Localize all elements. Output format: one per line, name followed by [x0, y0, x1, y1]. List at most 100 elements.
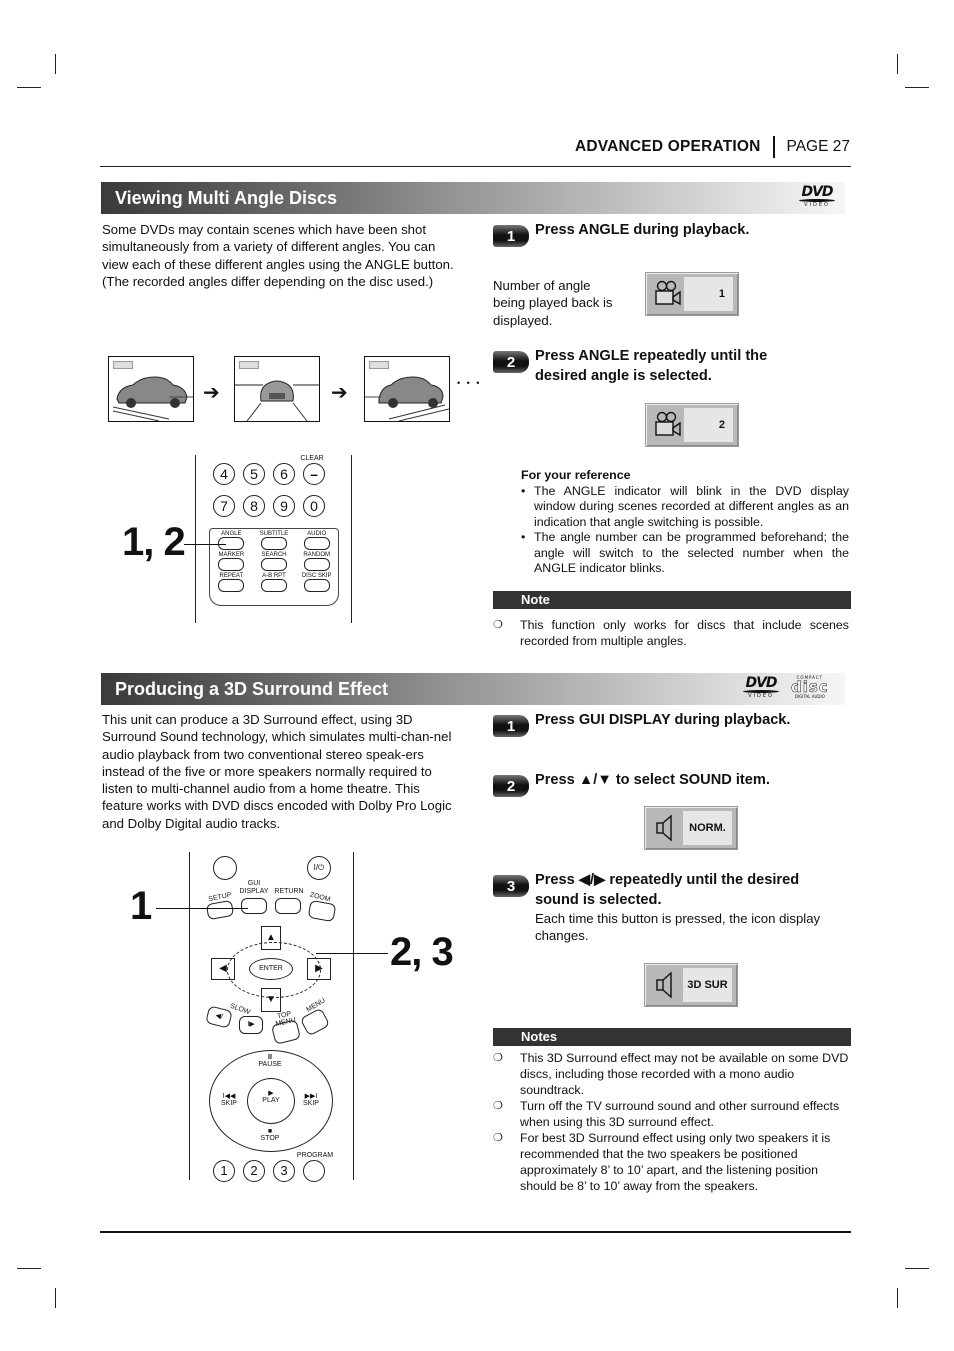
section-title: ADVANCED OPERATION [574, 138, 761, 155]
clear-label: CLEAR [300, 455, 324, 462]
angle-frame-3 [364, 356, 450, 422]
left-button[interactable]: ◀ [211, 958, 235, 980]
skip-prev-button[interactable]: I◀◀ SKIP [217, 1092, 241, 1107]
step-text: Press ANGLE repeatedly until the desired… [535, 348, 768, 384]
skip-next-button[interactable]: ▶▶I SKIP [299, 1092, 323, 1107]
keypad-row: 7 8 9 0 [213, 495, 325, 517]
step-subtext: Each time this button is pressed, the ic… [535, 911, 821, 943]
remote-control-gui: I/⏻ SETUP GUI DISPLAY RETURN ZOOM ▲ ▼ ◀ … [189, 852, 355, 1182]
crop-mark [55, 1288, 56, 1308]
notes-heading: Notes [493, 1028, 851, 1046]
compact-disc-logo: COMPACT disc DIGITAL AUDIO [791, 675, 829, 699]
setup-button[interactable] [205, 899, 235, 921]
down-button[interactable]: ▼ [261, 988, 281, 1012]
angle-value: 2 [684, 408, 733, 442]
step-text: Press GUI DISPLAY during playback. [535, 712, 791, 728]
ab-repeat-button[interactable]: A-B RPT [253, 573, 296, 592]
osd-angle-display: 1 [645, 272, 739, 316]
step-number: 2 [493, 351, 529, 373]
zoom-button[interactable] [307, 899, 337, 923]
enter-button[interactable]: ENTER [249, 958, 293, 980]
reference-box: For your reference The ANGLE indicator w… [521, 468, 849, 577]
sound-value: NORM. [683, 811, 732, 845]
up-button[interactable]: ▲ [261, 926, 281, 950]
camera-icon [655, 280, 681, 306]
crop-mark [897, 54, 898, 74]
header-divider [772, 136, 775, 158]
intro-paragraph: Some DVDs may contain scenes which have … [102, 222, 454, 289]
car-side-image [112, 376, 193, 421]
callout-line [184, 544, 226, 545]
key-0[interactable]: 0 [303, 495, 325, 517]
key-3[interactable]: 3 [273, 1160, 295, 1182]
program-label: PROGRAM [296, 1152, 334, 1159]
blank-button[interactable] [213, 856, 237, 880]
stop-button[interactable]: ■ STOP [253, 1128, 287, 1142]
callout-label-23: 2, 3 [390, 930, 454, 974]
reference-item: The ANGLE indicator will blink in the DV… [521, 484, 849, 531]
marker-button[interactable]: MARKER [210, 552, 253, 571]
arrow-right-icon: ➔ [203, 382, 220, 404]
gui-display-button[interactable] [241, 898, 267, 914]
random-button[interactable]: RANDOM [295, 552, 338, 571]
key-8[interactable]: 8 [243, 495, 265, 517]
step-number: 1 [493, 225, 529, 247]
key-7[interactable]: 7 [213, 495, 235, 517]
key-clear[interactable]: – [303, 463, 325, 485]
page-header: ADVANCED OPERATION PAGE 27 [575, 136, 850, 158]
crop-mark [17, 87, 41, 88]
power-button[interactable]: I/⏻ [307, 856, 331, 880]
pause-button[interactable]: II PAUSE [253, 1054, 287, 1068]
section-bar-multi-angle: Viewing Multi Angle Discs DVD VIDEO [101, 182, 845, 214]
key-9[interactable]: 9 [273, 495, 295, 517]
keypad-row: 4 5 6 – [213, 463, 325, 485]
return-button[interactable] [275, 898, 301, 914]
slow-fwd-button[interactable]: I▶ [239, 1016, 263, 1034]
step-3: 3 Press ◀/▶ repeatedly until the desired… [493, 870, 851, 944]
crop-mark [17, 1268, 41, 1269]
subtitle-button[interactable]: SUBTITLE [253, 531, 296, 550]
circle-bullet-icon: ❍ [493, 1132, 503, 1144]
car-front-image [235, 380, 319, 421]
key-1[interactable]: 1 [213, 1160, 235, 1182]
right-button[interactable]: ▶ [307, 958, 331, 980]
speaker-icon [656, 814, 672, 842]
gui-label: GUI [247, 880, 261, 887]
step-text: Press ANGLE during playback. [535, 222, 750, 238]
note-list: ❍ This function only works for discs that… [493, 617, 849, 649]
section-heading: Producing a 3D Surround Effect [115, 679, 389, 699]
step-number: 2 [493, 775, 529, 797]
play-button[interactable]: ▶ PLAY [247, 1078, 295, 1124]
angle-button[interactable]: ANGLE [210, 531, 253, 550]
step-1: 1 Press ANGLE during playback. [493, 220, 851, 247]
osd-caption: Number of angle being played back is dis… [493, 278, 613, 328]
reference-heading: For your reference [521, 468, 631, 482]
note-item: ❍ This function only works for discs that… [493, 618, 849, 648]
callout-label: 1, 2 [122, 520, 186, 564]
step-number: 3 [493, 875, 529, 897]
step-1: 1 Press GUI DISPLAY during playback. [493, 710, 851, 737]
return-label: RETURN [274, 888, 304, 895]
key-4[interactable]: 4 [213, 463, 235, 485]
program-button[interactable] [303, 1160, 325, 1182]
osd-sound-display: NORM. [644, 806, 738, 850]
header-rule [100, 166, 851, 167]
repeat-button[interactable]: REPEAT [210, 573, 253, 592]
callout-line [316, 953, 388, 954]
ellipsis: • • • [457, 378, 482, 388]
key-5[interactable]: 5 [243, 463, 265, 485]
key-2[interactable]: 2 [243, 1160, 265, 1182]
osd-sound-display: 3D SUR [644, 963, 738, 1007]
circle-bullet-icon: ❍ [493, 1100, 503, 1112]
note-heading: Note [493, 591, 851, 609]
search-button[interactable]: SEARCH [253, 552, 296, 571]
key-6[interactable]: 6 [273, 463, 295, 485]
audio-button[interactable]: AUDIO [295, 531, 338, 550]
step-text: Press ◀/▶ repeatedly until the desired s… [535, 872, 800, 908]
section-bar-surround: Producing a 3D Surround Effect DVD VIDEO… [101, 673, 845, 705]
circle-bullet-icon: ❍ [493, 619, 503, 631]
angle-value: 1 [684, 277, 733, 311]
crop-mark [55, 54, 56, 74]
callout-label-1: 1 [130, 884, 152, 928]
disc-skip-button[interactable]: DISC SKIP [295, 573, 338, 592]
